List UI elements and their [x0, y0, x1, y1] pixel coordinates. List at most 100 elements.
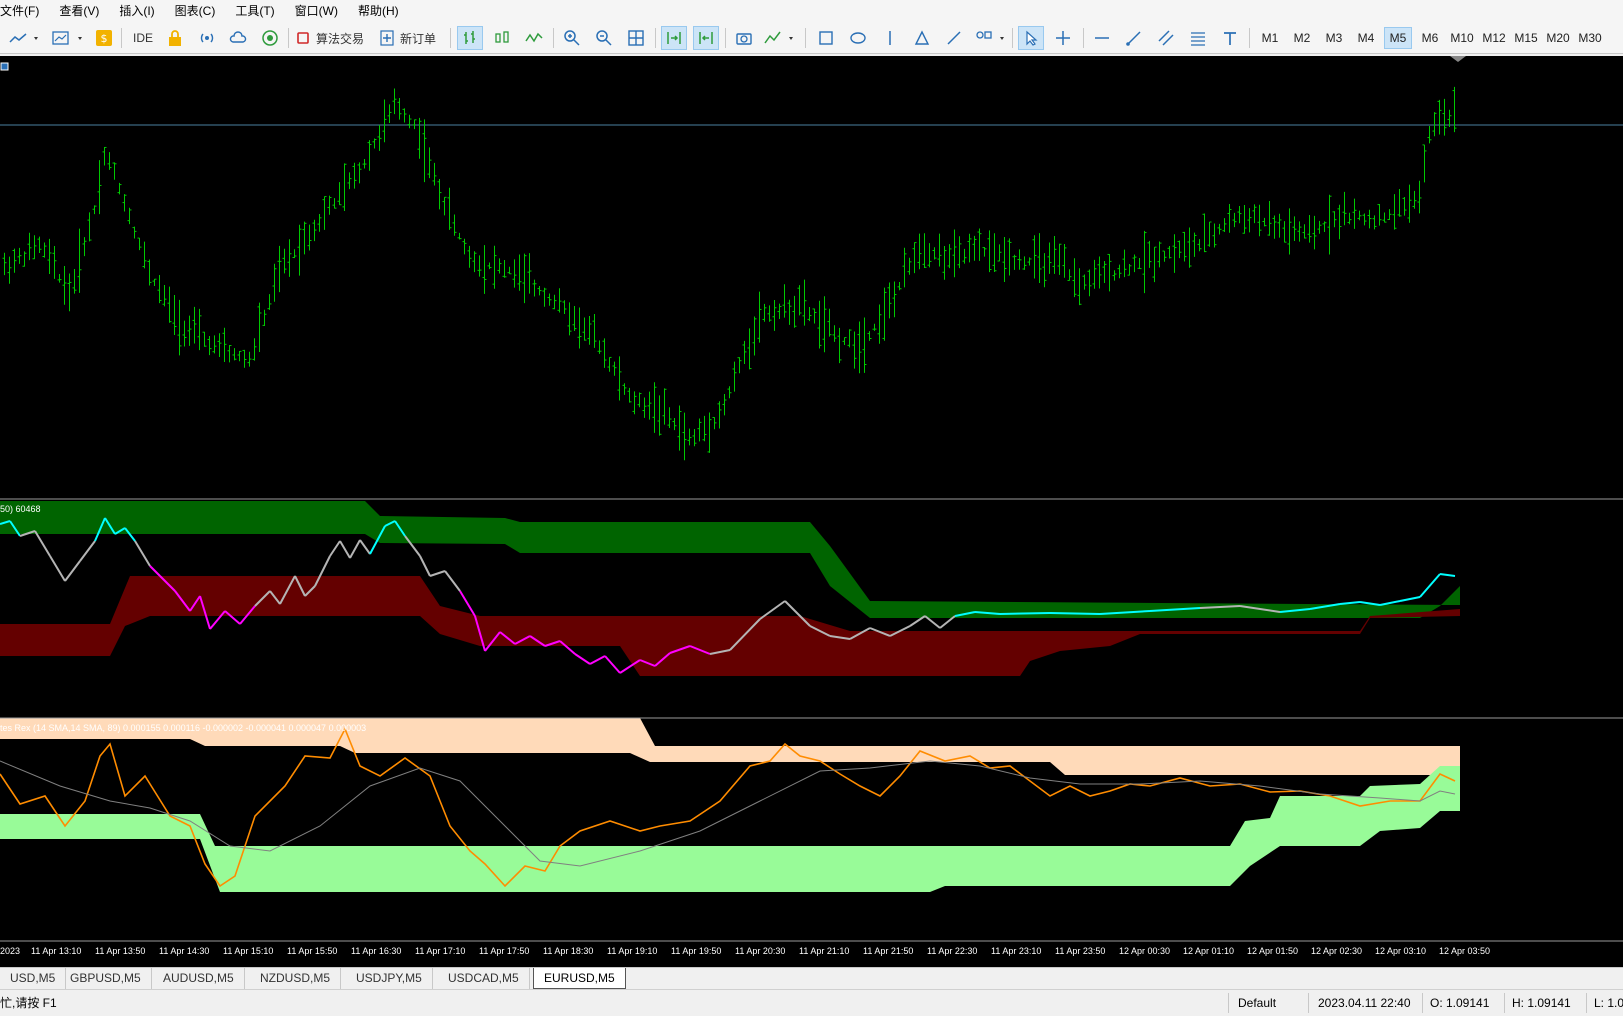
new-order-button[interactable]: 新订单: [380, 26, 442, 50]
time-axis-label: 12 Apr 03:10: [1375, 946, 1427, 956]
chart-canvas[interactable]: [0, 56, 1623, 967]
profiles-dropdown-icon[interactable]: [48, 26, 88, 50]
timeframe-m12[interactable]: M12: [1480, 27, 1508, 49]
screenshot-icon[interactable]: [731, 26, 757, 50]
zoom-in-icon[interactable]: [559, 26, 585, 50]
time-axis-label: 11 Apr 15:50: [287, 946, 338, 956]
time-axis-label: 2023: [0, 946, 21, 956]
tab-gbpusd-m5[interactable]: GBPUSD,M5: [60, 968, 152, 989]
menu-insert[interactable]: 插入(I): [111, 0, 166, 22]
tab-audusd-m5[interactable]: AUDUSD,M5: [153, 968, 245, 989]
menu-bar: 文件(F) 查看(V) 插入(I) 图表(C) 工具(T) 窗口(W) 帮助(H…: [0, 0, 1623, 22]
status-separator: [1504, 993, 1505, 1013]
time-axis-label: 11 Apr 21:50: [863, 946, 914, 956]
indicator-line-segment: [329, 540, 341, 557]
chart-status-icon: [0, 62, 9, 71]
status-datetime: 2023.04.11 22:40: [1318, 996, 1411, 1010]
time-axis-label: 11 Apr 21:10: [799, 946, 850, 956]
chart-window[interactable]: 50) 60468 tes Rex (14 SMA,14 SMA, 89) 0.…: [0, 56, 1623, 967]
crosshair-icon[interactable]: [1050, 26, 1076, 50]
indicator-line-segment: [34, 530, 51, 557]
tab-usdjpy-m5[interactable]: USDJPY,M5: [346, 968, 433, 989]
status-high-price: H: 1.09141: [1512, 996, 1571, 1010]
timeframe-m10[interactable]: M10: [1448, 27, 1476, 49]
indicator-line-segment: [589, 655, 606, 665]
auto-scroll-icon[interactable]: [661, 26, 687, 50]
zoom-out-icon[interactable]: [591, 26, 617, 50]
timeframe-m5[interactable]: M5: [1384, 27, 1412, 49]
tab-eurusd-m5[interactable]: EURUSD,M5: [533, 968, 626, 989]
ellipse-tool-icon[interactable]: [846, 26, 870, 50]
cursor-icon[interactable]: [1018, 26, 1044, 50]
vertical-line-tool-icon[interactable]: [878, 26, 902, 50]
timeframe-m1[interactable]: M1: [1256, 27, 1284, 49]
trendline-tool-icon[interactable]: [942, 26, 966, 50]
status-help-text: 忙,请按 F1: [0, 996, 57, 1010]
cloud-icon[interactable]: [227, 26, 249, 50]
time-axis-label: 11 Apr 22:30: [927, 946, 978, 956]
timeframe-m30[interactable]: M30: [1576, 27, 1604, 49]
shapes-dropdown-icon[interactable]: [973, 26, 1009, 50]
menu-window[interactable]: 窗口(W): [287, 0, 350, 22]
timeframe-m2[interactable]: M2: [1288, 27, 1316, 49]
chart-shift-icon[interactable]: [693, 26, 719, 50]
indicator-line-segment: [604, 655, 621, 674]
time-axis-label: 12 Apr 03:50: [1439, 946, 1491, 956]
toolbar-separator: [1249, 28, 1250, 48]
ray-tool-icon[interactable]: [1121, 26, 1147, 50]
menu-help[interactable]: 帮助(H): [350, 0, 411, 22]
vps-icon[interactable]: [259, 26, 281, 50]
indicator-line-segment: [339, 540, 351, 559]
triangle-tool-icon[interactable]: [910, 26, 934, 50]
menu-tools[interactable]: 工具(T): [227, 0, 286, 22]
rectangle-tool-icon[interactable]: [814, 26, 838, 50]
timeframe-m4[interactable]: M4: [1352, 27, 1380, 49]
timeframe-m3[interactable]: M3: [1320, 27, 1348, 49]
toolbar-separator: [553, 28, 554, 48]
indicator-line-segment: [64, 560, 81, 582]
menu-charts[interactable]: 图表(C): [167, 0, 228, 22]
status-bar: 忙,请按 F1 Default 2023.04.11 22:40 O: 1.09…: [0, 989, 1623, 1015]
time-axis-label: 11 Apr 23:10: [991, 946, 1042, 956]
time-axis-label: 11 Apr 19:10: [607, 946, 658, 956]
indicator-2-label: tes Rex (14 SMA,14 SMA, 89) 0.000155 0.0…: [0, 723, 367, 733]
indicators-dropdown-icon[interactable]: [762, 26, 798, 50]
timeframe-m20[interactable]: M20: [1544, 27, 1572, 49]
time-axis-label: 11 Apr 13:10: [31, 946, 82, 956]
time-axis-label: 12 Apr 00:30: [1119, 946, 1171, 956]
timeframe-m6[interactable]: M6: [1416, 27, 1444, 49]
horizontal-line-tool-icon[interactable]: [1089, 26, 1115, 50]
signal-icon[interactable]: [196, 26, 218, 50]
menu-view[interactable]: 查看(V): [51, 0, 111, 22]
fibonacci-tool-icon[interactable]: [1185, 26, 1211, 50]
market-watch-icon[interactable]: $: [93, 26, 115, 50]
toolbar-separator: [1012, 28, 1013, 48]
line-chart-icon[interactable]: [521, 26, 547, 50]
new-chart-dropdown-icon[interactable]: [4, 26, 44, 50]
channel-tool-icon[interactable]: [1153, 26, 1179, 50]
ide-button[interactable]: IDE: [128, 26, 158, 50]
bar-chart-icon[interactable]: [457, 26, 483, 50]
timeframe-m15[interactable]: M15: [1512, 27, 1540, 49]
tab-usd-m5[interactable]: USD,M5: [0, 968, 67, 989]
status-separator: [1422, 993, 1423, 1013]
indicator-line-segment: [79, 540, 96, 562]
candlestick-icon[interactable]: [489, 26, 515, 50]
status-separator: [1586, 993, 1587, 1013]
time-axis-label: 12 Apr 01:50: [1247, 946, 1299, 956]
menu-file[interactable]: 文件(F): [0, 0, 51, 22]
lower-band: [0, 576, 1460, 676]
stop-square-icon: [297, 32, 309, 44]
indicator-line-segment: [429, 570, 446, 577]
algo-trading-button[interactable]: 算法交易: [296, 26, 368, 50]
indicator-line-segment: [574, 653, 591, 665]
status-separator: [1228, 993, 1229, 1013]
status-open-price: O: 1.09141: [1430, 996, 1490, 1010]
toolbar-separator: [288, 28, 289, 48]
tab-nzdusd-m5[interactable]: NZDUSD,M5: [250, 968, 342, 989]
lock-icon[interactable]: [164, 26, 186, 50]
time-axis-label: 11 Apr 23:50: [1055, 946, 1106, 956]
tab-usdcad-m5[interactable]: USDCAD,M5: [438, 968, 530, 989]
grid-icon[interactable]: [623, 26, 649, 50]
text-tool-icon[interactable]: [1217, 26, 1243, 50]
